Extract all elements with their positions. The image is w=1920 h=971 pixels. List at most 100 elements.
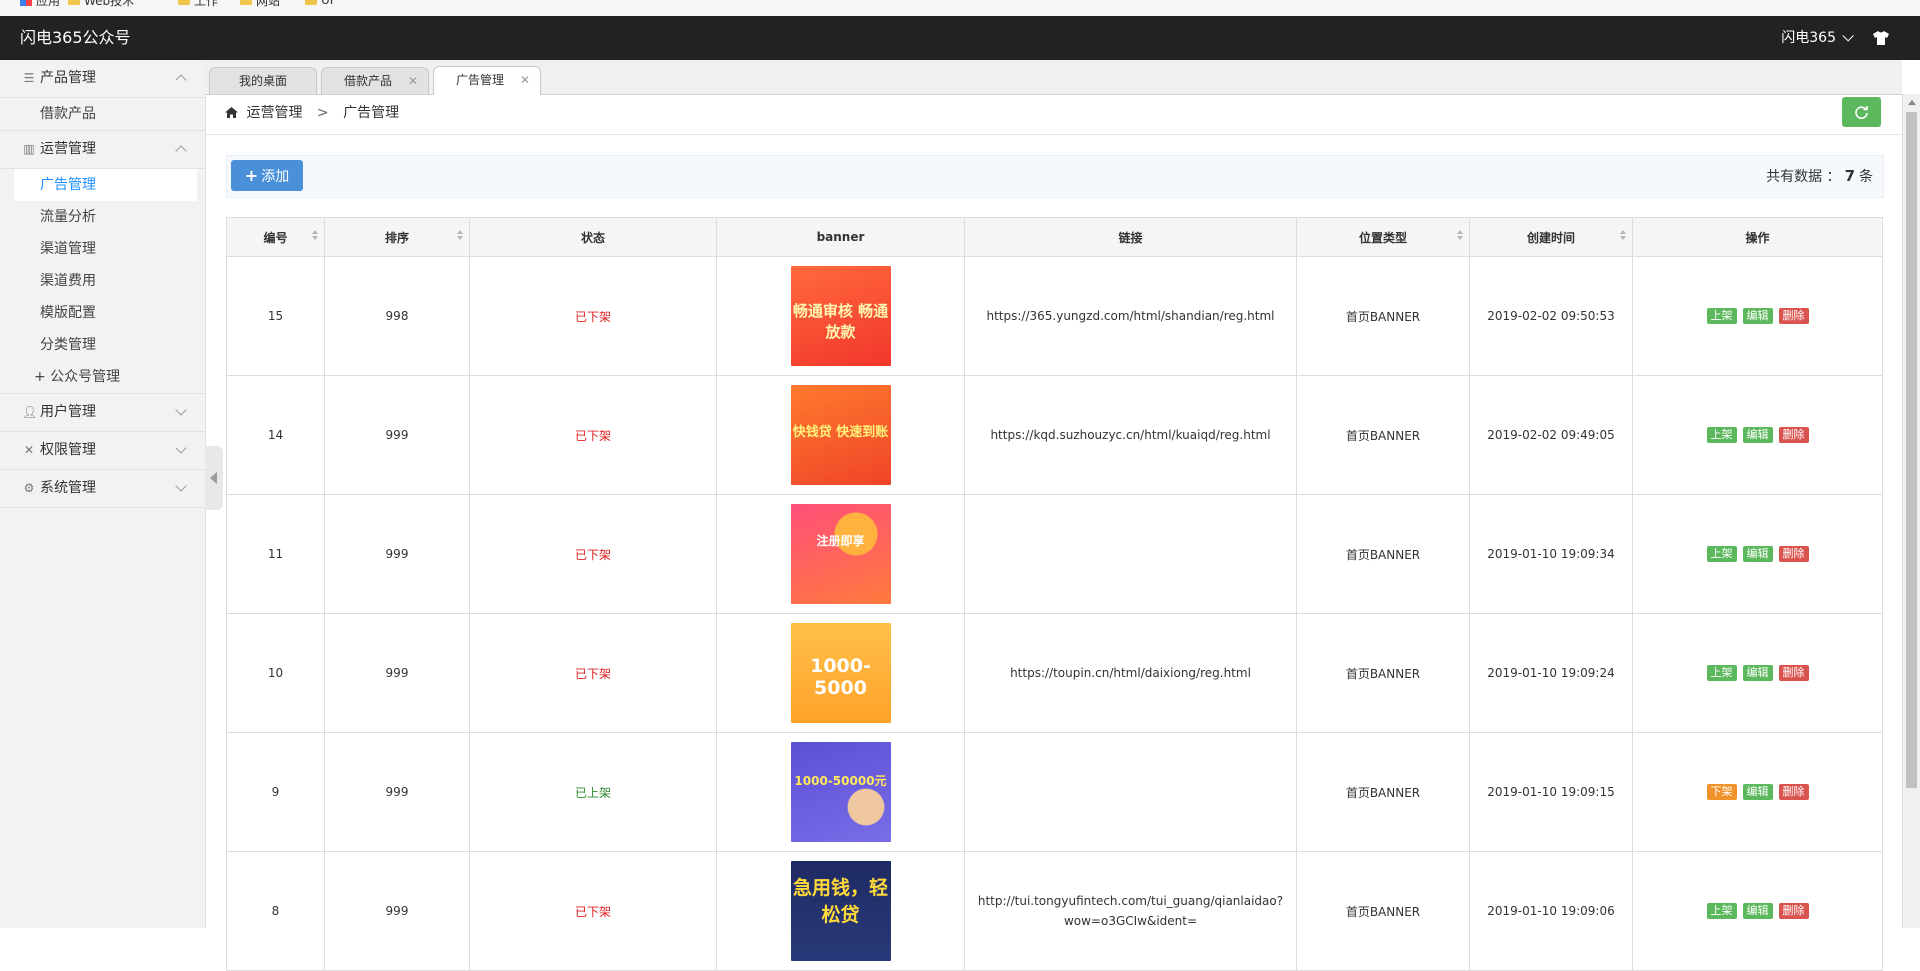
sidebar-item-official-account[interactable]: + 公众号管理	[0, 361, 205, 393]
sidebar-item-traffic-analysis[interactable]: 流量分析	[0, 201, 205, 233]
cell-link	[964, 732, 1297, 852]
menu-group-operations[interactable]: ▥ 运营管理	[0, 130, 205, 169]
cell-position: 首页BANNER	[1296, 613, 1470, 733]
delete-button[interactable]: 删除	[1778, 427, 1809, 443]
publish-button[interactable]: 上架	[1706, 665, 1737, 681]
banner-text: 1000-5000	[810, 655, 871, 699]
cell-banner: 急用钱，轻松贷	[716, 851, 965, 971]
cell-link: https://kqd.suzhouzyc.cn/html/kuaiqd/reg…	[964, 375, 1297, 495]
close-icon[interactable]: ✕	[520, 67, 530, 93]
cell-position: 首页BANNER	[1296, 732, 1470, 852]
gear-icon: ⚙	[23, 481, 35, 495]
sidebar-item-loan-products[interactable]: 借款产品	[0, 98, 205, 130]
bookmark-ui[interactable]: UI	[305, 0, 333, 8]
cell-created: 2019-01-10 19:09:34	[1469, 494, 1633, 614]
cell-link: http://tui.tongyufintech.com/tui_guang/q…	[964, 851, 1297, 971]
edit-button[interactable]: 编辑	[1742, 546, 1773, 562]
close-icon[interactable]: ✕	[408, 68, 418, 94]
bookmarks-bar: 应用 Web技术 工作 网站 UI	[0, 0, 1920, 16]
cell-banner: 注册即享	[716, 494, 965, 614]
scroll-thumb[interactable]	[1906, 112, 1917, 788]
table-row: 9 999 已上架 1000-50000元 首页BANNER 2019-01-10 19:…	[226, 732, 1883, 852]
delete-button[interactable]: 删除	[1778, 665, 1809, 681]
delete-button[interactable]: 删除	[1778, 308, 1809, 324]
tab-loan-products[interactable]: 借款产品 ✕	[321, 67, 429, 94]
publish-button[interactable]: 上架	[1706, 308, 1737, 324]
table-row: 14 999 已下架 快钱贷 快速到账 https://kqd.suzhouzyc.cn…	[226, 375, 1883, 495]
cell-created: 2019-02-02 09:49:05	[1469, 375, 1633, 495]
delete-button[interactable]: 删除	[1778, 546, 1809, 562]
publish-button[interactable]: 上架	[1706, 546, 1737, 562]
unpublish-button[interactable]: 下架	[1706, 784, 1737, 800]
banner-thumbnail[interactable]: 快钱贷 快速到账	[790, 385, 891, 485]
col-header-created[interactable]: 创建时间	[1469, 217, 1633, 257]
banner-thumbnail[interactable]: 急用钱，轻松贷	[790, 861, 891, 961]
table-header-row: 编号 排序 状态 banner 链接 位置类型 创建时间 操作	[226, 217, 1883, 257]
sort-icon[interactable]	[1620, 230, 1626, 240]
sidebar-item-ad-management[interactable]: 广告管理	[14, 169, 197, 201]
sort-icon[interactable]	[312, 230, 318, 240]
top-header: 闪电365公众号 闪电365	[0, 16, 1920, 60]
edit-button[interactable]: 编辑	[1742, 665, 1773, 681]
tab-ad-management[interactable]: 广告管理 ✕	[433, 66, 541, 95]
sidebar-item-channel-management[interactable]: 渠道管理	[0, 233, 205, 265]
sidebar-item-category-management[interactable]: 分类管理	[0, 329, 205, 361]
refresh-button[interactable]	[1842, 97, 1881, 127]
menu-group-users[interactable]: 👤︎ 用户管理	[0, 393, 205, 432]
menu-group-products[interactable]: ☰ 产品管理	[0, 60, 205, 98]
cell-position: 首页BANNER	[1296, 851, 1470, 971]
page-scrollbar[interactable]	[1902, 94, 1920, 928]
shirt-icon[interactable]	[1872, 30, 1890, 46]
bookmark-work[interactable]: 工作	[178, 0, 218, 8]
banner-thumbnail[interactable]: 注册即享	[790, 504, 891, 604]
publish-button[interactable]: 上架	[1706, 903, 1737, 919]
cell-position: 首页BANNER	[1296, 375, 1470, 495]
add-button[interactable]: + 添加	[231, 160, 303, 191]
breadcrumb: 运营管理 > 广告管理	[225, 101, 399, 125]
menu-group-permissions[interactable]: ✕ 权限管理	[0, 432, 205, 470]
banner-thumbnail[interactable]: 1000-5000	[790, 623, 891, 723]
cell-sort: 999	[324, 494, 470, 614]
edit-button[interactable]: 编辑	[1742, 903, 1773, 919]
breadcrumb-current: 广告管理	[343, 105, 400, 121]
edit-button[interactable]: 编辑	[1742, 427, 1773, 443]
status-badge: 已下架	[574, 428, 611, 443]
chevron-down-icon	[1842, 30, 1854, 42]
col-header-position[interactable]: 位置类型	[1296, 217, 1470, 257]
publish-button[interactable]: 上架	[1706, 427, 1737, 443]
bookmark-sites[interactable]: 网站	[240, 0, 280, 8]
cell-sort: 999	[324, 851, 470, 971]
sidebar-collapse-toggle[interactable]	[205, 446, 223, 510]
edit-button[interactable]: 编辑	[1742, 308, 1773, 324]
menu-group-system[interactable]: ⚙ 系统管理	[0, 470, 205, 508]
cell-position: 首页BANNER	[1296, 256, 1470, 376]
sort-icon[interactable]	[1457, 230, 1463, 240]
cell-link: https://toupin.cn/html/daixiong/reg.html	[964, 613, 1297, 733]
sort-icon[interactable]	[457, 230, 463, 240]
col-header-id[interactable]: 编号	[226, 217, 325, 257]
sidebar-item-channel-cost[interactable]: 渠道费用	[0, 265, 205, 297]
banner-text: 快钱贷 快速到账	[792, 425, 889, 440]
apps-icon	[20, 0, 32, 6]
tab-desktop[interactable]: 我的桌面	[209, 67, 317, 94]
table-row: 8 999 已下架 急用钱，轻松贷 http://tui.tongyufintech.c…	[226, 851, 1883, 971]
cell-actions: 上架 编辑 删除	[1632, 613, 1883, 733]
col-header-actions: 操作	[1632, 217, 1883, 257]
banner-thumbnail[interactable]: 1000-50000元	[790, 742, 891, 842]
cell-sort: 998	[324, 256, 470, 376]
cell-banner: 1000-5000	[716, 613, 965, 733]
bookmark-web[interactable]: Web技术	[68, 0, 134, 8]
banner-thumbnail[interactable]: 畅通审核 畅通放款	[790, 266, 891, 366]
sidebar-item-template-config[interactable]: 模版配置	[0, 297, 205, 329]
status-badge: 已上架	[574, 785, 611, 800]
edit-button[interactable]: 编辑	[1742, 784, 1773, 800]
bookmark-apps[interactable]: 应用	[20, 0, 60, 8]
breadcrumb-parent[interactable]: 运营管理	[246, 105, 302, 121]
delete-button[interactable]: 删除	[1778, 784, 1809, 800]
delete-button[interactable]: 删除	[1778, 903, 1809, 919]
scroll-up-icon[interactable]	[1908, 100, 1916, 105]
breadcrumb-separator: >	[316, 105, 329, 121]
user-menu[interactable]: 闪电365	[1781, 16, 1854, 60]
col-header-sort[interactable]: 排序	[324, 217, 470, 257]
col-header-status: 状态	[469, 217, 717, 257]
